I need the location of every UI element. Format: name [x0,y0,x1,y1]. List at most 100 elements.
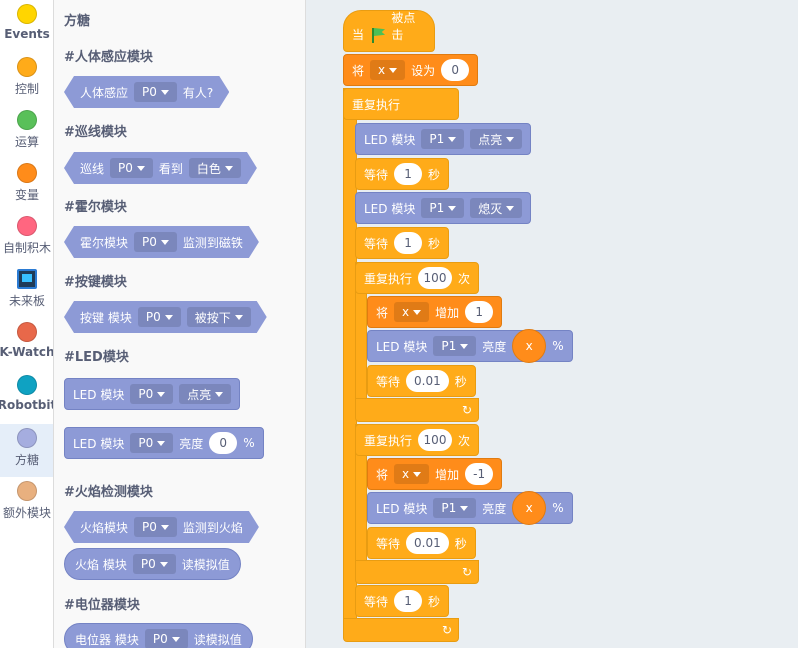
wait-block[interactable]: 等待 1 秒 [355,585,450,617]
line-tracking-block[interactable]: 巡线 P0 看到 白色 [64,152,257,184]
block-text: LED 模块 [376,501,428,516]
variable-dropdown[interactable]: x [394,302,430,322]
repeat-block[interactable]: 重复执行 100 次 [355,262,479,294]
value-input[interactable]: -1 [465,463,494,485]
port-dropdown[interactable]: P0 [144,629,188,648]
category-robotbit[interactable]: Robotbit [0,371,53,424]
port-dropdown[interactable]: P1 [421,198,465,218]
dropdown-value: P1 [429,132,445,146]
block-text: 按键 模块 [80,310,132,325]
seconds-input[interactable]: 1 [394,232,423,254]
potentiometer-block[interactable]: 电位器 模块 P0 读模拟值 [64,623,253,648]
variable-dropdown[interactable]: x [394,464,430,484]
dropdown-value: P0 [138,387,154,401]
chevron-down-icon [161,525,169,530]
led-brightness-block[interactable]: LED 模块 P0 亮度 0 % [64,427,264,459]
block-text: 秒 [454,374,467,389]
script-workspace[interactable]: ↻ 当 被点击 将 x 设为 0 重复执行 LED 模块 P1 点亮 等待 1 … [306,0,798,648]
fire-analog-block[interactable]: 火焰 模块 P0 读模拟值 [64,548,241,580]
led-brightness-block[interactable]: LED 模块 P1 亮度 x % [367,491,573,525]
port-dropdown[interactable]: P1 [433,336,477,356]
port-dropdown[interactable]: P0 [134,82,177,102]
repeat-bottom: ↻ [355,560,479,584]
category-extra-modules[interactable]: 额外模块 [0,477,53,530]
port-dropdown[interactable]: P0 [134,517,177,537]
block-text: 读模拟值 [181,557,230,572]
led-brightness-block[interactable]: LED 模块 P1 亮度 x % [367,329,573,363]
block-text: 火焰 模块 [75,557,127,572]
block-text: 等待 [376,536,401,551]
section-title-led: #LED模块 [64,350,129,365]
color-dropdown[interactable]: 白色 [189,158,241,178]
led-on-block[interactable]: LED 模块 P1 点亮 [355,123,532,155]
wait-block[interactable]: 等待 0.01 秒 [367,527,476,559]
block-text: 监测到磁铁 [182,235,243,250]
chevron-down-icon [161,90,169,95]
times-input[interactable]: 100 [418,429,452,451]
category-operators[interactable]: 运算 [0,106,53,159]
dropdown-value: 被按下 [194,310,231,325]
chevron-down-icon [157,440,166,446]
wait-block[interactable]: 等待 1 秒 [355,227,450,259]
change-variable-block[interactable]: 将 x 增加 -1 [367,458,503,490]
variable-dropdown[interactable]: x [370,60,406,80]
category-my-blocks[interactable]: 自制积木 [0,212,53,265]
state-dropdown[interactable]: 被按下 [187,307,251,327]
k-watch-dot-icon [17,322,37,342]
chevron-down-icon [413,471,422,477]
category-label: 运算 [14,135,39,149]
set-variable-block[interactable]: 将 x 设为 0 [343,54,479,86]
led-state-dropdown[interactable]: 点亮 [470,129,523,149]
repeat-block[interactable]: 重复执行 100 次 [355,424,479,456]
hall-sensor-block[interactable]: 霍尔模块 P0 监测到磁铁 [64,226,259,258]
led-off-block[interactable]: LED 模块 P1 熄灭 [355,192,532,224]
value-input[interactable]: 0 [441,59,470,81]
led-state-dropdown[interactable]: 熄灭 [470,198,523,218]
forever-block[interactable]: 重复执行 [343,88,459,120]
seconds-input[interactable]: 0.01 [406,532,449,554]
fangtang-dot-icon [17,428,37,448]
fire-detect-block[interactable]: 火焰模块 P0 监测到火焰 [64,511,259,543]
key-module-block[interactable]: 按键 模块 P0 被按下 [64,301,267,333]
port-dropdown[interactable]: P0 [110,158,153,178]
section-title-human: #人体感应模块 [64,50,153,65]
category-k-watch[interactable]: K-Watch [0,318,53,371]
led-set-block[interactable]: LED 模块 P0 点亮 [64,378,241,410]
port-dropdown[interactable]: P1 [421,129,465,149]
category-fangtang[interactable]: 方糖 [0,424,53,477]
port-dropdown[interactable]: P0 [130,433,174,453]
block-text: 亮度 [482,501,507,516]
when-flag-clicked-block[interactable]: 当 被点击 [343,10,435,52]
human-sensor-block[interactable]: 人体感应 P0 有人? [64,76,229,108]
variable-reporter[interactable]: x [512,491,547,525]
seconds-input[interactable]: 1 [394,590,423,612]
wait-block[interactable]: 等待 1 秒 [355,158,450,190]
variable-reporter[interactable]: x [512,329,547,363]
block-text: % [552,339,564,353]
category-events[interactable]: Events [0,0,53,53]
block-text: 等待 [364,236,389,251]
seconds-input[interactable]: 1 [394,163,423,185]
change-variable-block[interactable]: 将 x 增加 1 [367,296,503,328]
block-text: 将 [352,63,365,78]
chevron-down-icon [225,166,233,171]
category-control[interactable]: 控制 [0,53,53,106]
category-variables[interactable]: 变量 [0,159,53,212]
port-dropdown[interactable]: P0 [134,232,177,252]
port-dropdown[interactable]: P0 [138,307,181,327]
times-input[interactable]: 100 [418,267,452,289]
port-dropdown[interactable]: P1 [433,498,477,518]
brightness-input[interactable]: 0 [209,432,238,454]
category-future-board[interactable]: 未来板 [0,265,53,318]
control-dot-icon [17,57,37,77]
extra-modules-dot-icon [17,481,37,501]
value-input[interactable]: 1 [465,301,494,323]
wait-block[interactable]: 等待 0.01 秒 [367,365,476,397]
chevron-down-icon [157,391,166,397]
port-dropdown[interactable]: P0 [130,384,174,404]
led-state-dropdown[interactable]: 点亮 [179,384,232,404]
block-text: LED 模块 [364,132,416,147]
seconds-input[interactable]: 0.01 [406,370,449,392]
block-text: 被点击 [391,11,416,42]
port-dropdown[interactable]: P0 [132,554,176,574]
